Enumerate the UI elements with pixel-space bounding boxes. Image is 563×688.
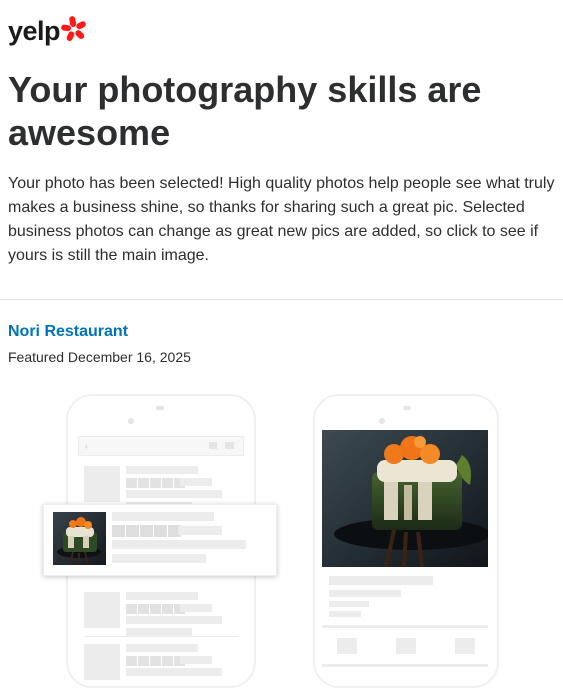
card-rating-stars-placeholder xyxy=(112,525,181,537)
back-chevron-icon: ‹ xyxy=(85,441,88,451)
phones-illustration[interactable]: ‹ xyxy=(0,380,563,688)
result-thumb-placeholder xyxy=(84,466,120,502)
section-divider xyxy=(0,299,563,300)
result-title-placeholder xyxy=(126,644,198,652)
filter-icon xyxy=(225,442,234,449)
card-line-placeholder xyxy=(112,554,206,563)
action-button-placeholder xyxy=(455,638,475,654)
rating-stars-placeholder xyxy=(126,478,185,488)
result-thumb-placeholder xyxy=(84,592,120,628)
action-button-placeholder xyxy=(337,638,357,654)
featured-date: Featured December 16, 2025 xyxy=(8,349,191,365)
search-bar-placeholder: ‹ xyxy=(78,436,244,456)
rating-stars-placeholder xyxy=(126,604,185,614)
business-title-placeholder xyxy=(329,576,433,585)
map-icon xyxy=(209,442,217,449)
phone-camera-dot xyxy=(379,418,385,424)
result-title-placeholder xyxy=(126,592,198,600)
result-line-placeholder xyxy=(126,668,222,676)
yelp-logo[interactable]: yelp xyxy=(8,14,87,48)
action-bar-divider xyxy=(322,625,488,628)
business-line-placeholder xyxy=(329,611,361,617)
email-body-text: Your photo has been selected! High quali… xyxy=(8,175,555,264)
logo-wordmark: yelp xyxy=(8,16,61,46)
rating-stars-placeholder xyxy=(126,656,185,666)
result-line-placeholder xyxy=(126,616,222,624)
result-title-placeholder xyxy=(126,466,198,474)
result-line-placeholder xyxy=(180,478,212,486)
result-line-placeholder xyxy=(126,628,192,636)
email-headline: Your photography skills are awesome xyxy=(8,69,482,153)
card-title-placeholder xyxy=(112,512,214,521)
card-line-placeholder xyxy=(178,526,222,535)
result-line-placeholder xyxy=(180,656,212,664)
result-thumb-placeholder xyxy=(84,644,120,680)
action-button-placeholder xyxy=(396,638,416,654)
result-line-placeholder xyxy=(126,490,222,498)
phone-camera-dot xyxy=(128,418,134,424)
yelp-burst-icon xyxy=(61,16,86,41)
business-page-phone-mockup xyxy=(313,394,499,688)
business-name-link[interactable]: Nori Restaurant xyxy=(8,323,128,341)
sushi-roll-photo xyxy=(322,430,488,567)
phone-speaker xyxy=(156,406,164,410)
phone-speaker xyxy=(403,406,411,410)
business-line-placeholder xyxy=(329,590,401,597)
sushi-roll-photo xyxy=(53,512,106,565)
highlighted-result-card xyxy=(43,504,277,576)
row-separator xyxy=(84,636,238,637)
result-line-placeholder xyxy=(180,604,212,612)
business-line-placeholder xyxy=(329,601,369,607)
card-line-placeholder xyxy=(112,540,246,549)
